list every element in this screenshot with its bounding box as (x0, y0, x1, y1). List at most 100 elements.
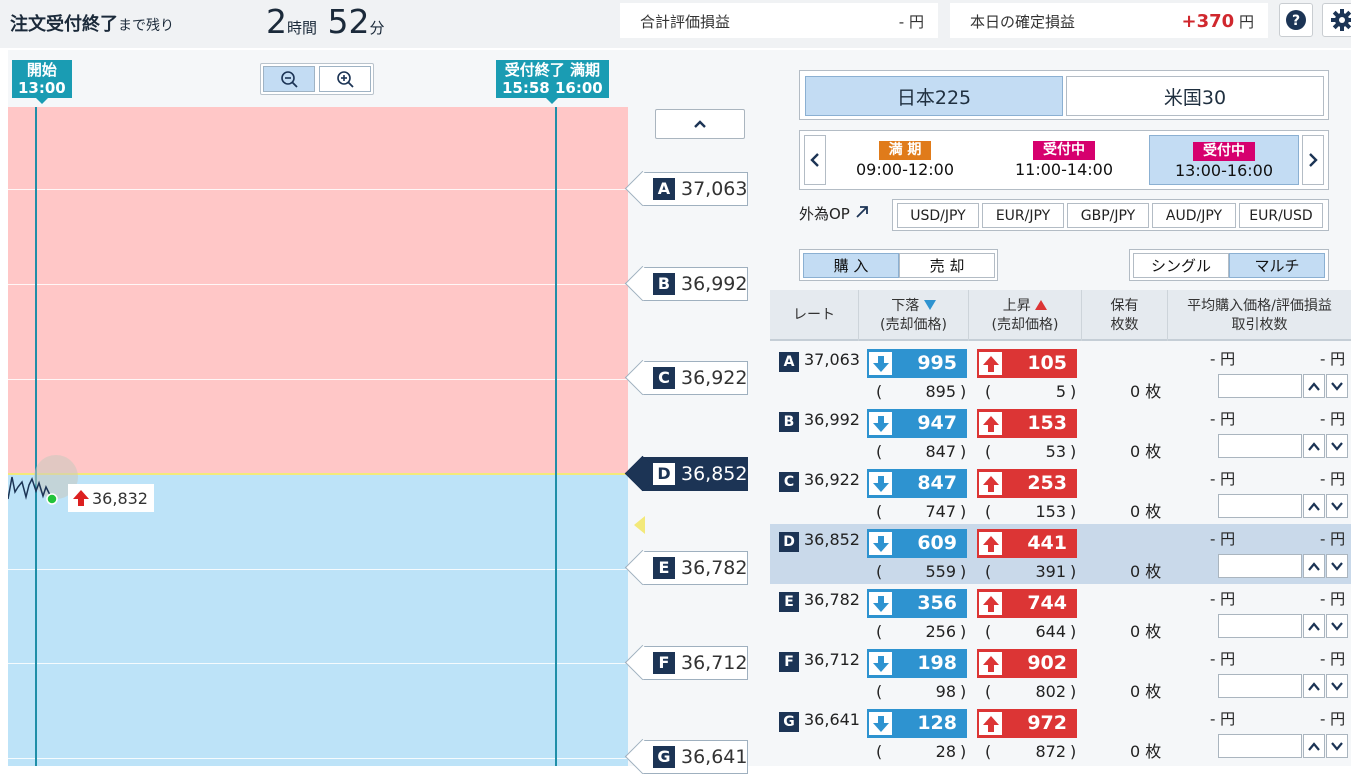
slot-2[interactable]: 受付中 11:00-14:00 (989, 135, 1139, 185)
level-line-b (8, 284, 628, 285)
order-panel: 日本225 米国30 満 期 09:00-12:00 受付中 11:00-14:… (770, 50, 1351, 766)
quantity-down-button[interactable] (1326, 734, 1348, 758)
up-sell-price: 53 (1045, 442, 1066, 461)
slot-prev-button[interactable] (804, 135, 826, 185)
level-tag-c[interactable]: C 36,922 (642, 361, 748, 395)
level-line-d (8, 473, 628, 475)
level-line-c (8, 379, 628, 380)
buy-up-button[interactable]: 253 (977, 469, 1077, 498)
col-up: 上昇 (売却価格) (969, 290, 1082, 341)
zoom-in-icon (337, 71, 354, 88)
avg-price: - 円 (1210, 410, 1236, 428)
buy-button[interactable]: 購 入 (803, 253, 899, 278)
quantity-input[interactable] (1218, 374, 1302, 398)
buy-up-button[interactable]: 441 (977, 529, 1077, 558)
slot-1[interactable]: 満 期 09:00-12:00 (830, 135, 980, 185)
quantity-up-button[interactable] (1303, 554, 1325, 578)
zoom-out-button[interactable] (263, 66, 315, 92)
fx-eurjpy[interactable]: EUR/JPY (982, 203, 1064, 228)
up-sell-price: 5 (1055, 382, 1066, 401)
fx-gbpjpy[interactable]: GBP/JPY (1067, 203, 1149, 228)
chevron-down-icon (1331, 741, 1343, 751)
quantity-input[interactable] (1218, 554, 1302, 578)
avg-price: - 円 (1210, 650, 1236, 668)
quantity-down-button[interactable] (1326, 374, 1348, 398)
quantity-down-button[interactable] (1326, 494, 1348, 518)
tab-us30[interactable]: 米国30 (1066, 76, 1324, 116)
chevron-up-icon (694, 120, 706, 128)
avg-price: - 円 (1210, 470, 1236, 488)
quantity-up-button[interactable] (1303, 614, 1325, 638)
slot-status-badge: 満 期 (878, 141, 932, 160)
multi-button[interactable]: マルチ (1229, 253, 1325, 278)
buy-down-button[interactable]: 198 (867, 649, 967, 678)
total-pl-value: - 円 (898, 13, 924, 31)
quantity-down-button[interactable] (1326, 434, 1348, 458)
row-letter: B (779, 412, 799, 432)
slot-next-button[interactable] (1302, 135, 1324, 185)
help-button[interactable]: ? (1279, 3, 1313, 37)
top-bar: 注文受付終了まで残り 2時間 52分 合計評価損益 - 円 本日の確定損益 +3… (0, 0, 1351, 48)
paren-open: ( (876, 382, 883, 401)
level-tag-d[interactable]: D 36,852 (642, 457, 748, 491)
order-mode-toggle: シングル マルチ (1129, 249, 1329, 281)
quantity-input[interactable] (1218, 434, 1302, 458)
paren-open: ( (985, 382, 992, 401)
fx-eurusd[interactable]: EUR/USD (1239, 203, 1323, 228)
tab-nikkei225[interactable]: 日本225 (805, 76, 1063, 116)
paren-close: ) (1070, 502, 1077, 521)
level-tag-a[interactable]: A 37,063 (642, 172, 748, 206)
single-button[interactable]: シングル (1133, 253, 1229, 278)
col-rate: レート (770, 290, 859, 341)
quantity-input[interactable] (1218, 494, 1302, 518)
buy-down-button[interactable]: 356 (867, 589, 967, 618)
product-tabs: 日本225 米国30 (799, 70, 1329, 120)
level-tag-e[interactable]: E 36,782 (642, 551, 748, 585)
buy-down-button[interactable]: 128 (867, 709, 967, 738)
chevron-up-icon (1308, 441, 1320, 451)
zoom-in-button[interactable] (319, 66, 371, 92)
fx-usdjpy[interactable]: USD/JPY (897, 203, 979, 228)
row-letter: D (779, 532, 799, 552)
fx-option-link[interactable]: 外為OP (799, 203, 869, 224)
slot-3[interactable]: 受付中 13:00-16:00 (1149, 135, 1299, 185)
table-row: C 36,922 847 253 (747) (153) 0 枚 - 円 - 円 (770, 464, 1351, 524)
buy-down-button[interactable]: 847 (867, 469, 967, 498)
sell-button[interactable]: 売 却 (899, 253, 995, 278)
buy-up-button[interactable]: 105 (977, 349, 1077, 378)
buy-up-button[interactable]: 972 (977, 709, 1077, 738)
quantity-input[interactable] (1218, 734, 1302, 758)
quantity-down-button[interactable] (1326, 554, 1348, 578)
paren-open: ( (876, 442, 883, 461)
paren-close: ) (960, 502, 967, 521)
zoom-controls (260, 63, 374, 95)
buy-up-button[interactable]: 744 (977, 589, 1077, 618)
quantity-down-button[interactable] (1326, 614, 1348, 638)
buy-up-button[interactable]: 153 (977, 409, 1077, 438)
unrealized-pl: - 円 (1320, 650, 1346, 668)
buy-up-button[interactable]: 902 (977, 649, 1077, 678)
level-tag-b[interactable]: B 36,992 (642, 267, 748, 301)
quantity-up-button[interactable] (1303, 374, 1325, 398)
quantity-down-button[interactable] (1326, 674, 1348, 698)
buy-down-button[interactable]: 995 (867, 349, 967, 378)
down-triangle-icon (923, 299, 936, 310)
hold-count: 0 枚 (1130, 562, 1162, 581)
down-arrow-icon (872, 475, 889, 492)
quantity-up-button[interactable] (1303, 494, 1325, 518)
settings-button[interactable] (1322, 3, 1351, 37)
buy-down-button[interactable]: 609 (867, 529, 967, 558)
quantity-up-button[interactable] (1303, 434, 1325, 458)
quantity-up-button[interactable] (1303, 734, 1325, 758)
quantity-input[interactable] (1218, 614, 1302, 638)
fx-audjpy[interactable]: AUD/JPY (1152, 203, 1236, 228)
scroll-levels-up-button[interactable] (655, 109, 745, 139)
level-tag-g[interactable]: G 36,641 (642, 740, 748, 774)
table-row: D 36,852 609 441 (559) (391) 0 枚 - 円 - 円 (770, 524, 1351, 584)
chevron-left-icon (810, 153, 819, 167)
level-tag-f[interactable]: F 36,712 (642, 646, 748, 680)
chevron-up-icon (1308, 501, 1320, 511)
quantity-input[interactable] (1218, 674, 1302, 698)
quantity-up-button[interactable] (1303, 674, 1325, 698)
buy-down-button[interactable]: 947 (867, 409, 967, 438)
